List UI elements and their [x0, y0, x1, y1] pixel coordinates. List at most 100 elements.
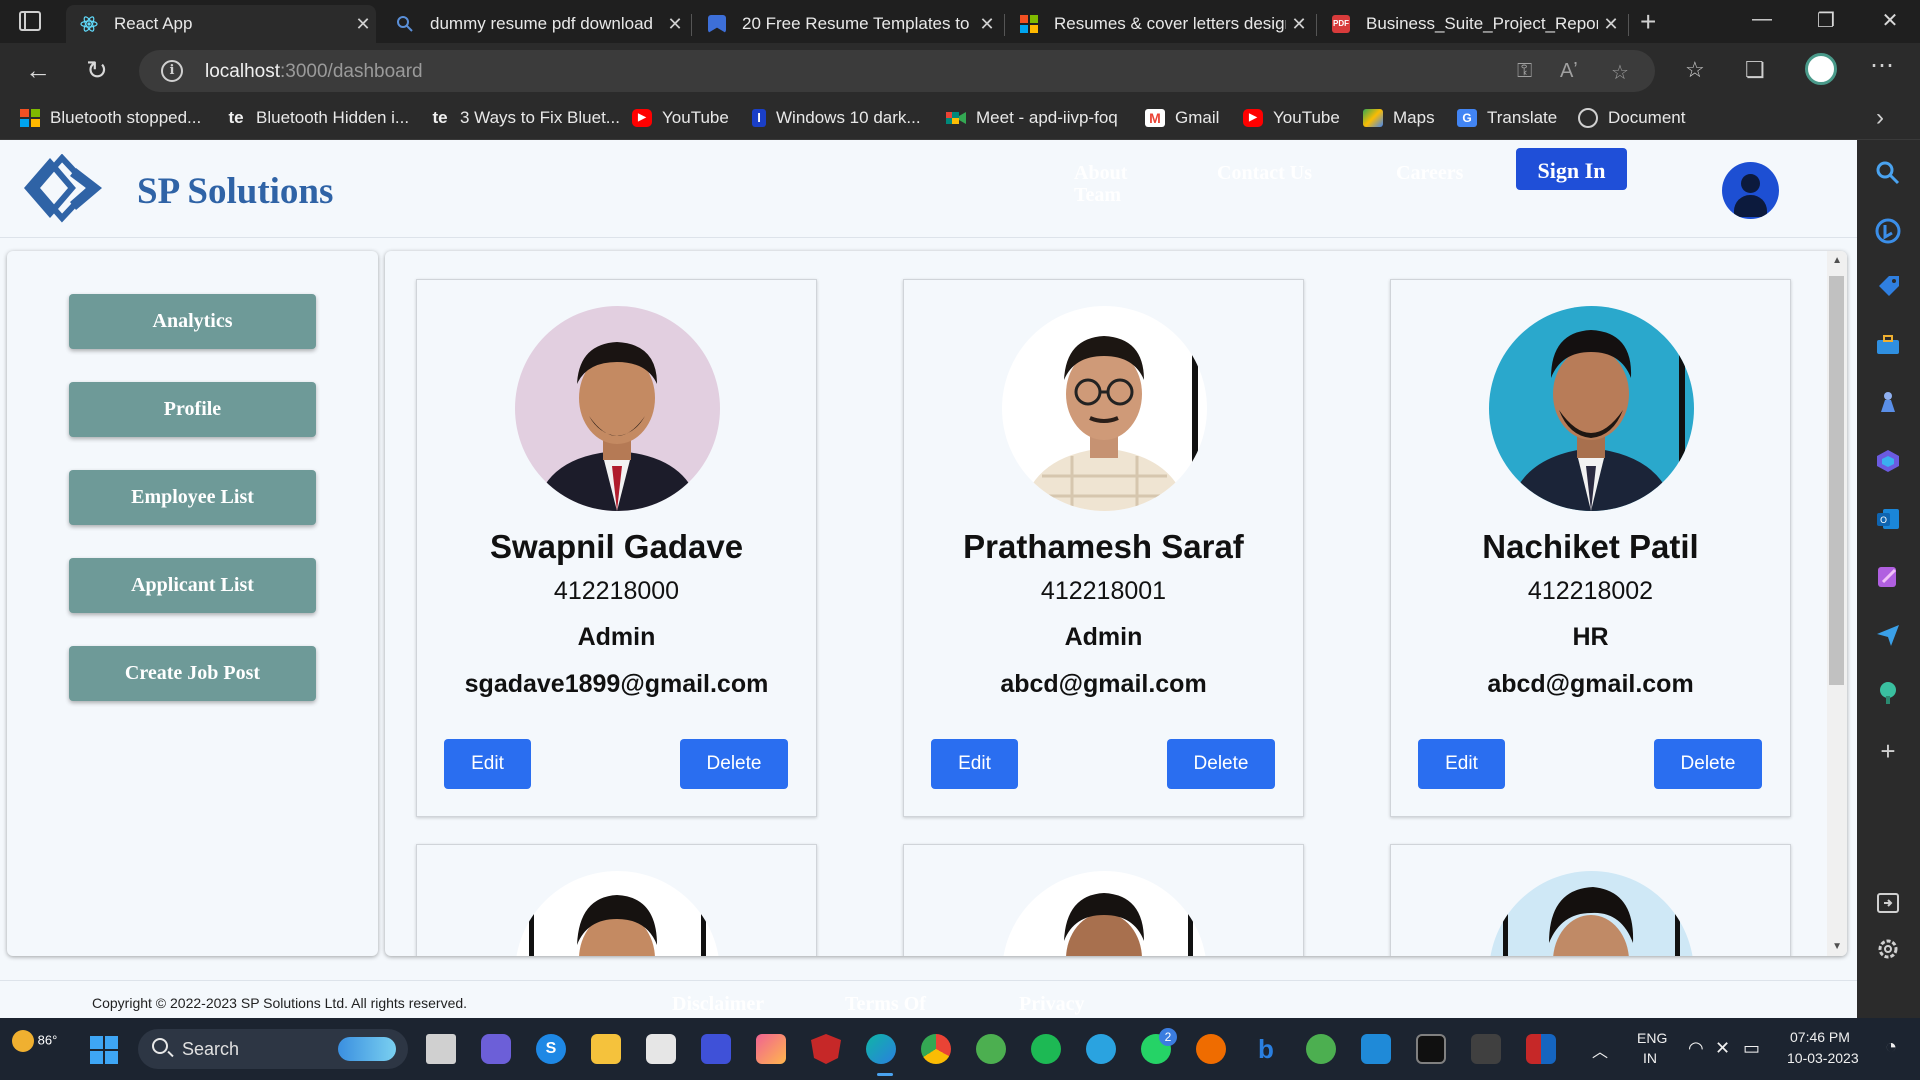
add-favorite-icon[interactable]: ☆ — [1611, 60, 1629, 85]
photos-icon[interactable] — [756, 1034, 786, 1064]
more-menu-icon[interactable]: ⋯ — [1870, 51, 1894, 80]
scroll-down-icon[interactable]: ▼ — [1832, 941, 1842, 952]
tab-dummy-resume[interactable]: dummy resume pdf download ✕ — [382, 5, 688, 43]
bookmark-meet[interactable]: Meet - apd-iivp-foq — [946, 108, 1118, 128]
content-scrollbar[interactable]: ▲ ▼ — [1827, 251, 1847, 956]
bookmark-bluetooth-hidden[interactable]: te Bluetooth Hidden i... — [226, 108, 409, 128]
chevron-up-icon[interactable]: ︿ — [1592, 1038, 1608, 1062]
mysql-workbench-icon[interactable] — [1471, 1034, 1501, 1064]
tree-icon[interactable] — [1875, 680, 1901, 706]
green-app-2-icon[interactable] — [1306, 1034, 1336, 1064]
bookmark-youtube-2[interactable]: ▶ YouTube — [1243, 108, 1340, 128]
key-icon[interactable]: ⚿ — [1517, 60, 1532, 83]
skype-icon[interactable]: S — [536, 1034, 566, 1064]
weather-widget[interactable]: 86° — [12, 1030, 57, 1052]
back-icon[interactable]: ← — [25, 55, 51, 86]
edit-button[interactable]: Edit — [931, 739, 1018, 789]
tools-icon[interactable] — [1875, 332, 1901, 358]
delete-button[interactable]: Delete — [1167, 739, 1275, 789]
volume-muted-icon[interactable]: ✕ — [1715, 1038, 1730, 1059]
spotify-icon[interactable] — [1031, 1034, 1061, 1064]
wifi-icon[interactable]: ◠ — [1688, 1038, 1704, 1059]
clock-date[interactable]: 10-03-2023 — [1787, 1050, 1859, 1066]
favorites-icon[interactable]: ☆ — [1685, 57, 1705, 83]
winrar-icon[interactable] — [1526, 1034, 1556, 1064]
nav-contact-us[interactable]: Contact Us — [1217, 162, 1312, 184]
bookmark-gmail[interactable]: M Gmail — [1145, 108, 1219, 128]
sidebar-profile-button[interactable]: Profile — [69, 382, 316, 437]
sidebar-applicant-list-button[interactable]: Applicant List — [69, 558, 316, 613]
shopping-tag-icon[interactable] — [1875, 274, 1901, 300]
settings-gear-icon[interactable] — [1875, 936, 1901, 962]
file-explorer-icon[interactable] — [591, 1034, 621, 1064]
browser-profile-avatar[interactable] — [1805, 53, 1837, 85]
tab-react-app[interactable]: React App ✕ — [66, 5, 376, 43]
windows-start-icon[interactable] — [90, 1036, 118, 1064]
power-automate-icon[interactable] — [701, 1034, 731, 1064]
notifications-icon[interactable]: ◔ — [1885, 1036, 1897, 1059]
sign-in-button[interactable]: Sign In — [1516, 148, 1627, 190]
bookmark-youtube[interactable]: ▶ YouTube — [632, 108, 729, 128]
bing-icon[interactable]: b — [1251, 1034, 1281, 1064]
minimize-icon[interactable]: — — [1732, 8, 1792, 31]
tab-resume-templates[interactable]: 20 Free Resume Templates to Download ✕ — [694, 5, 1000, 43]
designer-icon[interactable] — [1875, 564, 1901, 590]
nav-careers[interactable]: Careers — [1396, 162, 1463, 184]
bookmark-ways-to-fix[interactable]: te 3 Ways to Fix Bluet... — [430, 108, 620, 128]
tab-resumes-cover-letters[interactable]: Resumes & cover letters design templates… — [1006, 5, 1312, 43]
add-icon[interactable]: + — [1875, 738, 1901, 764]
microsoft-365-icon[interactable] — [1875, 448, 1901, 474]
address-bar[interactable]: i localhost:3000/dashboard ⚿ Aʼ ☆ — [139, 50, 1655, 92]
vscode-icon[interactable] — [1361, 1034, 1391, 1064]
office-icon[interactable] — [1196, 1034, 1226, 1064]
bookmark-maps[interactable]: Maps — [1363, 108, 1435, 128]
terminal-icon[interactable] — [1416, 1034, 1446, 1064]
edit-button[interactable]: Edit — [1418, 739, 1505, 789]
restore-icon[interactable]: ❐ — [1796, 8, 1856, 33]
user-avatar-icon[interactable] — [1722, 162, 1779, 219]
close-tab-icon[interactable]: ✕ — [974, 14, 1000, 35]
telegram-icon[interactable] — [1086, 1034, 1116, 1064]
chevron-right-icon[interactable]: › — [1876, 104, 1884, 132]
site-info-icon[interactable]: i — [161, 60, 183, 82]
footer-link-terms[interactable]: Terms Of — [845, 993, 926, 1016]
bookmark-bluetooth-stopped[interactable]: Bluetooth stopped... — [20, 108, 201, 128]
edit-button[interactable]: Edit — [444, 739, 531, 789]
region-label[interactable]: IN — [1643, 1050, 1657, 1066]
bookmark-document[interactable]: Document — [1578, 108, 1685, 128]
close-tab-icon[interactable]: ✕ — [350, 14, 376, 35]
new-tab-button[interactable]: + — [1640, 6, 1656, 38]
close-tab-icon[interactable]: ✕ — [662, 14, 688, 35]
green-app-icon[interactable] — [976, 1034, 1006, 1064]
language-label[interactable]: ENG — [1637, 1030, 1667, 1046]
delete-button[interactable]: Delete — [1654, 739, 1762, 789]
battery-icon[interactable]: ▭ — [1743, 1038, 1760, 1059]
scroll-up-icon[interactable]: ▲ — [1832, 255, 1842, 266]
sidebar-create-job-post-button[interactable]: Create Job Post — [69, 646, 316, 701]
outlook-icon[interactable]: O — [1875, 506, 1901, 532]
tab-actions-icon[interactable] — [19, 11, 41, 31]
footer-link-privacy[interactable]: Privacy — [1019, 993, 1085, 1016]
mcafee-icon[interactable] — [811, 1034, 841, 1064]
bookmark-windows-dark[interactable]: I Windows 10 dark... — [752, 108, 921, 128]
url-text[interactable]: localhost:3000/dashboard — [205, 61, 423, 83]
footer-link-disclaimer[interactable]: Disclaimer — [672, 993, 764, 1016]
task-view-icon[interactable] — [426, 1034, 456, 1064]
send-icon[interactable] — [1875, 622, 1901, 648]
tab-business-suite-report[interactable]: PDF Business_Suite_Project_Report ✕ — [1318, 5, 1624, 43]
bookmark-translate[interactable]: G Translate — [1457, 108, 1557, 128]
edge-icon[interactable] — [866, 1034, 896, 1064]
collections-icon[interactable]: ❏ — [1745, 57, 1765, 83]
search-icon[interactable] — [1875, 160, 1901, 186]
sp-logo-icon[interactable] — [20, 154, 106, 224]
sidebar-employee-list-button[interactable]: Employee List — [69, 470, 316, 525]
window-close-icon[interactable]: ✕ — [1860, 8, 1920, 33]
read-aloud-icon[interactable]: Aʼ — [1560, 60, 1578, 83]
taskbar-search[interactable]: Search — [138, 1029, 408, 1069]
sidebar-analytics-button[interactable]: Analytics — [69, 294, 316, 349]
nav-about-team[interactable]: About Team — [1074, 162, 1144, 206]
chrome-icon[interactable] — [921, 1034, 951, 1064]
games-icon[interactable] — [1875, 390, 1901, 416]
close-tab-icon[interactable]: ✕ — [1598, 14, 1624, 35]
delete-button[interactable]: Delete — [680, 739, 788, 789]
